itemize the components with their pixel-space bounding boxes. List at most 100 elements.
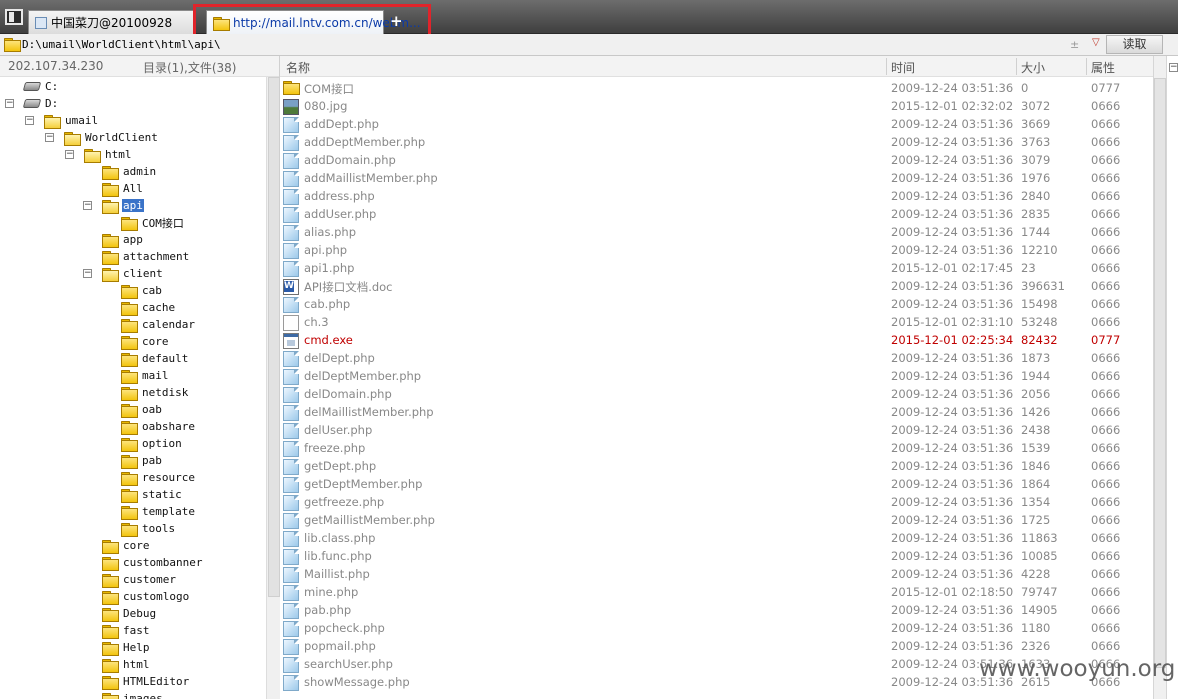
collapse-icon[interactable]: − [83, 201, 92, 210]
tree-node[interactable]: pab [121, 452, 163, 469]
file-row[interactable]: popmail.php 2009-12-24 03:51:36 2326 0666 [280, 637, 1153, 655]
tree-node[interactable]: − WorldClient [45, 129, 159, 146]
column-divider[interactable] [886, 58, 887, 75]
chevron-down-icon[interactable]: ▽ [1092, 37, 1100, 48]
file-row[interactable]: delUser.php 2009-12-24 03:51:36 2438 0666 [280, 421, 1153, 439]
column-name[interactable]: 名称 [286, 59, 310, 76]
collapse-icon[interactable]: − [65, 150, 74, 159]
tab-chopper[interactable]: 中国菜刀@20100928 [28, 10, 194, 34]
tree-node[interactable]: template [121, 503, 196, 520]
file-time: 2009-12-24 03:51:36 [891, 567, 1014, 581]
tree-node[interactable]: − umail [25, 112, 99, 129]
file-row[interactable]: delMaillistMember.php 2009-12-24 03:51:36… [280, 403, 1153, 421]
file-row[interactable]: getDept.php 2009-12-24 03:51:36 1846 0666 [280, 457, 1153, 475]
file-row[interactable]: pab.php 2009-12-24 03:51:36 14905 0666 [280, 601, 1153, 619]
column-divider[interactable] [1086, 58, 1087, 75]
read-button[interactable]: 读取 [1106, 35, 1163, 54]
tree-node[interactable]: oabshare [121, 418, 196, 435]
file-row[interactable]: getMaillistMember.php 2009-12-24 03:51:36… [280, 511, 1153, 529]
file-time: 2009-12-24 03:51:36 [891, 405, 1014, 419]
collapse-toggle-icon[interactable]: − [1169, 63, 1178, 72]
encoding-arrows[interactable]: ± [1070, 38, 1079, 51]
tree-node[interactable]: cab [121, 282, 163, 299]
tree-node[interactable]: − client [83, 265, 164, 282]
tree-node[interactable]: All [102, 180, 144, 197]
file-row[interactable]: API接口文档.doc 2009-12-24 03:51:36 396631 0666 [280, 277, 1153, 295]
path-input[interactable]: D:\umail\WorldClient\html\api\ [22, 37, 1107, 54]
file-attr: 0666 [1091, 585, 1121, 599]
file-row[interactable]: Maillist.php 2009-12-24 03:51:36 4228 0666 [280, 565, 1153, 583]
tree-node[interactable]: option [121, 435, 183, 452]
tree-node[interactable]: images [102, 690, 164, 699]
file-size: 2438 [1021, 423, 1051, 437]
column-time[interactable]: 时间 [891, 59, 915, 76]
tree-node[interactable]: Help [102, 639, 151, 656]
file-row[interactable]: api.php 2009-12-24 03:51:36 12210 0666 [280, 241, 1153, 259]
tree-node[interactable]: attachment [102, 248, 190, 265]
file-row[interactable]: lib.func.php 2009-12-24 03:51:36 10085 0666 [280, 547, 1153, 565]
tree-node[interactable]: Debug [102, 605, 157, 622]
file-row[interactable]: 080.jpg 2015-12-01 02:32:02 3072 0666 [280, 97, 1153, 115]
file-row[interactable]: delDeptMember.php 2009-12-24 03:51:36 1944… [280, 367, 1153, 385]
file-row[interactable]: COM接口 2009-12-24 03:51:36 0 0777 [280, 79, 1153, 97]
collapse-icon[interactable]: − [5, 99, 14, 108]
file-row[interactable]: address.php 2009-12-24 03:51:36 2840 0666 [280, 187, 1153, 205]
file-row[interactable]: alias.php 2009-12-24 03:51:36 1744 0666 [280, 223, 1153, 241]
tree-node[interactable]: fast [102, 622, 151, 639]
file-row[interactable]: getDeptMember.php 2009-12-24 03:51:36 1864… [280, 475, 1153, 493]
app-menu-icon[interactable] [5, 9, 23, 25]
php-file-icon [283, 117, 299, 133]
file-row[interactable]: api1.php 2015-12-01 02:17:45 23 0666 [280, 259, 1153, 277]
tree-node[interactable]: calendar [121, 316, 196, 333]
tree-node[interactable]: admin [102, 163, 157, 180]
file-row[interactable]: addMaillistMember.php 2009-12-24 03:51:36… [280, 169, 1153, 187]
scrollbar-thumb[interactable] [268, 77, 280, 597]
tree-node[interactable]: default [121, 350, 189, 367]
file-name: delDeptMember.php [304, 369, 422, 383]
tree-node[interactable]: customlogo [102, 588, 190, 605]
tree-node[interactable]: custombanner [102, 554, 203, 571]
file-row[interactable]: addDept.php 2009-12-24 03:51:36 3669 0666 [280, 115, 1153, 133]
column-size[interactable]: 大小 [1021, 59, 1045, 76]
tree-node[interactable]: core [121, 333, 170, 350]
tree-node[interactable]: app [102, 231, 144, 248]
collapse-icon[interactable]: − [25, 116, 34, 125]
tree-node[interactable]: − D: [5, 95, 59, 112]
collapse-icon[interactable]: − [83, 269, 92, 278]
file-row[interactable]: delDomain.php 2009-12-24 03:51:36 2056 0666 [280, 385, 1153, 403]
file-row[interactable]: cab.php 2009-12-24 03:51:36 15498 0666 [280, 295, 1153, 313]
tree-scrollbar[interactable] [266, 77, 280, 699]
file-row[interactable]: mine.php 2015-12-01 02:18:50 79747 0666 [280, 583, 1153, 601]
tree-node[interactable]: cache [121, 299, 176, 316]
tree-node[interactable]: customer [102, 571, 177, 588]
tree-node[interactable]: − html [65, 146, 133, 163]
tree-node[interactable]: HTMLEditor [102, 673, 190, 690]
file-row[interactable]: addUser.php 2009-12-24 03:51:36 2835 0666 [280, 205, 1153, 223]
tree-node[interactable]: − api [83, 197, 144, 214]
tree-node[interactable]: tools [121, 520, 176, 537]
tree-node[interactable]: mail [121, 367, 170, 384]
file-row[interactable]: cmd.exe 2015-12-01 02:25:34 82432 0777 [280, 331, 1153, 349]
collapse-icon[interactable]: − [45, 133, 54, 142]
file-row[interactable]: addDeptMember.php 2009-12-24 03:51:36 3763… [280, 133, 1153, 151]
tree-node[interactable]: COM接口 [121, 214, 185, 231]
file-time: 2009-12-24 03:51:36 [891, 351, 1014, 365]
file-row[interactable]: popcheck.php 2009-12-24 03:51:36 1180 0666 [280, 619, 1153, 637]
tree-node[interactable]: C: [22, 78, 59, 95]
tree-node[interactable]: oab [121, 401, 163, 418]
file-row[interactable]: lib.class.php 2009-12-24 03:51:36 11863 066… [280, 529, 1153, 547]
file-row[interactable]: addDomain.php 2009-12-24 03:51:36 3079 0666 [280, 151, 1153, 169]
file-list-scrollbar[interactable] [1153, 56, 1166, 699]
tree-node[interactable]: static [121, 486, 183, 503]
tree-node[interactable]: core [102, 537, 151, 554]
tree-node[interactable]: netdisk [121, 384, 189, 401]
tree-node[interactable]: html [102, 656, 151, 673]
column-attr[interactable]: 属性 [1091, 59, 1115, 76]
column-divider[interactable] [1016, 58, 1017, 75]
file-row[interactable]: freeze.php 2009-12-24 03:51:36 1539 0666 [280, 439, 1153, 457]
scrollbar-thumb[interactable] [1154, 78, 1166, 668]
tree-node[interactable]: resource [121, 469, 196, 486]
file-row[interactable]: getfreeze.php 2009-12-24 03:51:36 1354 0666 [280, 493, 1153, 511]
file-row[interactable]: ch.3 2015-12-01 02:31:10 53248 0666 [280, 313, 1153, 331]
file-row[interactable]: delDept.php 2009-12-24 03:51:36 1873 0666 [280, 349, 1153, 367]
